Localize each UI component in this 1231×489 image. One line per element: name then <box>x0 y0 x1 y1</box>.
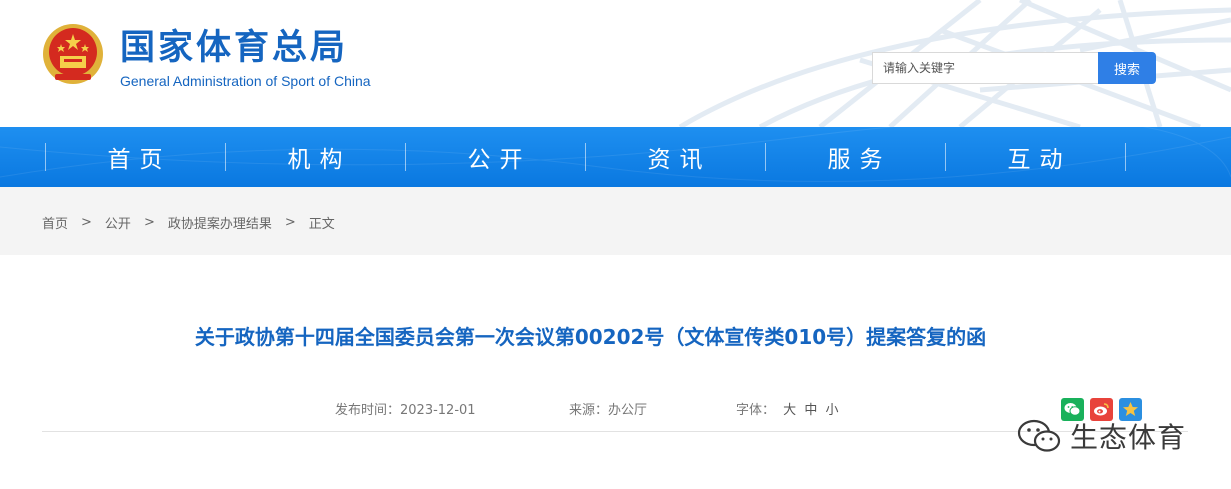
breadcrumb-home[interactable]: 首页 <box>42 213 68 232</box>
nav-item-public[interactable]: 公开 <box>405 127 585 187</box>
search-box: 搜索 <box>872 52 1156 84</box>
nav-item-organization[interactable]: 机构 <box>225 127 405 187</box>
font-size-small[interactable]: 小 <box>825 403 838 418</box>
breadcrumb-bar: 首页 > 公开 > 政协提案办理结果 > 正文 <box>0 187 1231 255</box>
breadcrumb-current: 正文 <box>308 217 335 232</box>
national-emblem-icon <box>43 24 103 84</box>
watermark-text: 生态体育 <box>1070 421 1187 454</box>
site-header: 国家体育总局 General Administration of Sport o… <box>0 0 1231 127</box>
search-input[interactable] <box>872 52 1098 84</box>
nav-separator <box>1125 143 1126 171</box>
breadcrumb: 首页 > 公开 > 政协提案办理结果 > 正文 <box>42 213 335 232</box>
source-label: 来源： <box>569 403 609 418</box>
article-title: 关于政协第十四届全国委员会第一次会议第00202号（文体宣传类010号）提案答复… <box>194 325 987 349</box>
font-size-selector: 字体： 大 中 小 <box>736 402 838 420</box>
nav-item-interaction[interactable]: 互动 <box>945 127 1125 187</box>
breadcrumb-separator: > <box>284 215 296 230</box>
nav-list: 首页 机构 公开 资讯 服务 互动 <box>45 127 1125 187</box>
site-title: 国家体育总局 <box>120 28 349 68</box>
article-source: 来源：办公厅 <box>569 402 647 420</box>
main-nav: 首页 机构 公开 资讯 服务 互动 <box>0 127 1231 187</box>
search-button[interactable]: 搜索 <box>1098 52 1156 84</box>
wechat-official-account-icon <box>1017 419 1061 452</box>
breadcrumb-proposal-results[interactable]: 政协提案办理结果 <box>168 213 272 232</box>
breadcrumb-public[interactable]: 公开 <box>105 213 131 232</box>
site-subtitle: General Administration of Sport of China <box>120 73 371 89</box>
nav-item-home[interactable]: 首页 <box>45 127 225 187</box>
watermark: 生态体育 <box>1016 416 1186 456</box>
font-size-label: 字体： <box>736 403 776 418</box>
font-size-medium[interactable]: 中 <box>804 403 817 418</box>
publish-date: 发布时间：2023-12-01 <box>335 402 476 420</box>
source-value: 办公厅 <box>608 403 648 418</box>
publish-date-label: 发布时间： <box>335 403 401 418</box>
publish-date-value: 2023-12-01 <box>400 403 476 418</box>
breadcrumb-separator: > <box>143 215 155 230</box>
font-size-large[interactable]: 大 <box>783 403 796 418</box>
nav-item-services[interactable]: 服务 <box>765 127 945 187</box>
nav-item-news[interactable]: 资讯 <box>585 127 765 187</box>
breadcrumb-separator: > <box>81 215 92 230</box>
